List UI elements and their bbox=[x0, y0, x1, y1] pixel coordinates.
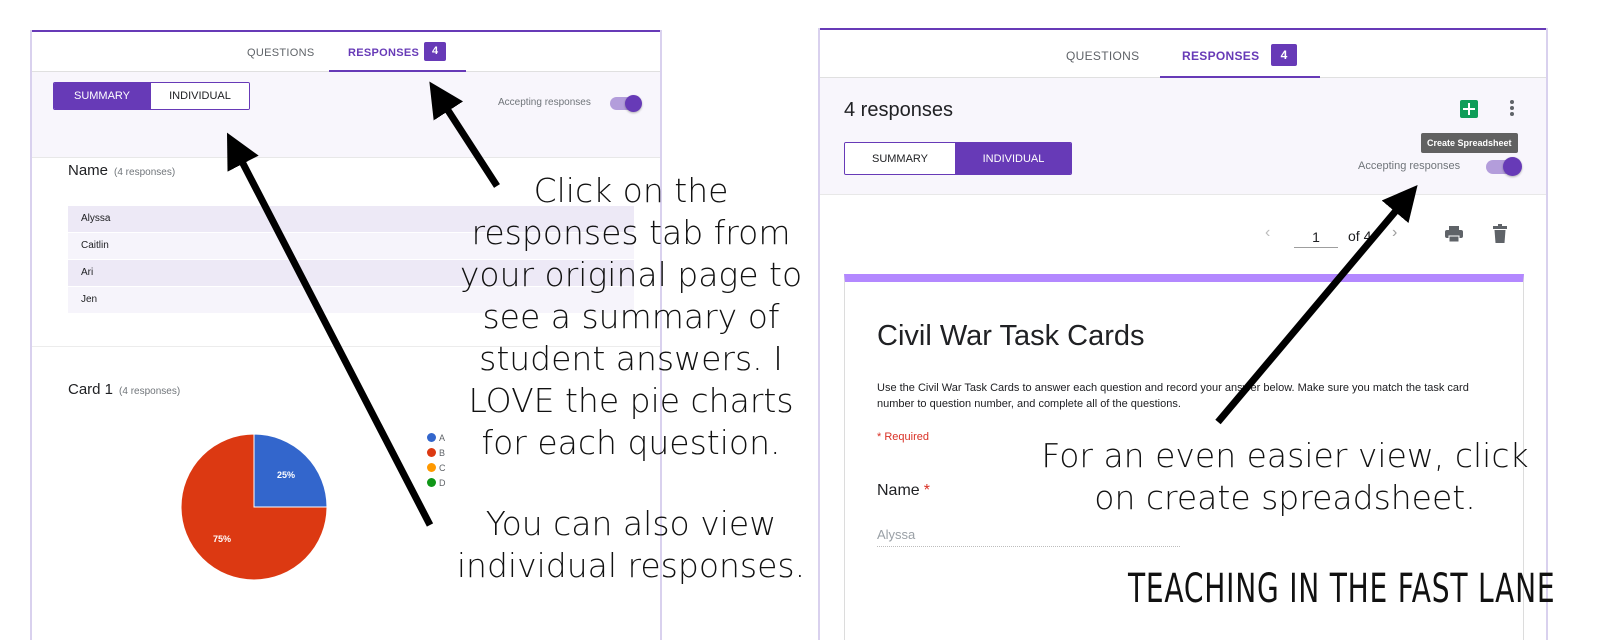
pie-label-a: 25% bbox=[277, 470, 295, 480]
card-response-count: (4 responses) bbox=[119, 386, 181, 397]
more-options-icon[interactable] bbox=[1510, 100, 1514, 116]
individual-button[interactable]: INDIVIDUAL bbox=[150, 83, 249, 109]
create-spreadsheet-icon[interactable] bbox=[1460, 100, 1478, 118]
summary-caption: Click on the responses tab from your ori… bbox=[459, 171, 803, 462]
form-title: Civil War Task Cards bbox=[877, 320, 1145, 352]
form-tabs-bar: QUESTIONS RESPONSES 4 bbox=[32, 30, 660, 72]
pie-label-b: 75% bbox=[213, 534, 231, 544]
name-question-title: Name (4 responses) bbox=[68, 162, 176, 179]
legend-dot-a bbox=[427, 433, 436, 442]
summary-button[interactable]: SUMMARY bbox=[54, 83, 150, 109]
response-page-input[interactable]: 1 bbox=[1294, 229, 1338, 248]
responses-count-badge: 4 bbox=[424, 42, 446, 61]
name-field-answer: Alyssa bbox=[877, 527, 1180, 547]
toggle-knob bbox=[1503, 157, 1522, 176]
name-field-label: Name * bbox=[877, 482, 930, 499]
view-toggle: SUMMARY INDIVIDUAL bbox=[844, 142, 1072, 175]
name-response-count: (4 responses) bbox=[114, 167, 176, 178]
previous-response-icon[interactable]: ‹ bbox=[1265, 224, 1270, 242]
print-icon[interactable] bbox=[1444, 225, 1464, 243]
spreadsheet-caption: For an even easier view, click on create… bbox=[1041, 436, 1529, 517]
toggle-knob bbox=[625, 95, 642, 112]
responses-count-badge: 4 bbox=[1271, 44, 1297, 66]
accepting-responses-label: Accepting responses bbox=[1358, 160, 1461, 172]
tab-responses[interactable]: RESPONSES bbox=[1182, 49, 1259, 63]
required-note: * Required bbox=[877, 431, 929, 443]
required-mark: * bbox=[923, 482, 930, 499]
create-spreadsheet-tooltip: Create Spreadsheet bbox=[1421, 133, 1518, 153]
individual-button[interactable]: INDIVIDUAL bbox=[955, 143, 1071, 174]
next-response-icon[interactable]: › bbox=[1392, 224, 1397, 242]
tab-questions[interactable]: QUESTIONS bbox=[247, 47, 315, 59]
form-tabs-bar: QUESTIONS RESPONSES 4 bbox=[820, 28, 1546, 78]
tab-questions[interactable]: QUESTIONS bbox=[1066, 49, 1139, 63]
legend-dot-b bbox=[427, 448, 436, 457]
accepting-responses-label: Accepting responses bbox=[498, 97, 591, 108]
brand-logo-text: TEACHING IN THE FAST LANE bbox=[1128, 566, 1556, 612]
individual-caption: You can also view individual responses. bbox=[456, 504, 806, 585]
response-page-total: of 4 bbox=[1348, 228, 1372, 244]
responses-header: SUMMARY INDIVIDUAL Accepting responses bbox=[32, 72, 660, 158]
responses-header: 4 responses Create Spreadsheet SUMMARY I… bbox=[820, 78, 1546, 195]
tab-responses[interactable]: RESPONSES bbox=[348, 47, 419, 59]
card-question-title: Card 1 (4 responses) bbox=[68, 381, 181, 398]
form-description: Use the Civil War Task Cards to answer e… bbox=[877, 382, 1469, 410]
legend-item-d: D bbox=[427, 478, 446, 488]
legend-dot-d bbox=[427, 478, 436, 487]
summary-button[interactable]: SUMMARY bbox=[845, 143, 955, 174]
view-toggle: SUMMARY INDIVIDUAL bbox=[53, 82, 250, 110]
legend-item-c: C bbox=[427, 463, 446, 473]
legend-dot-c bbox=[427, 463, 436, 472]
responses-heading: 4 responses bbox=[844, 99, 953, 121]
delete-icon[interactable] bbox=[1492, 224, 1508, 244]
individual-screenshot-panel: QUESTIONS RESPONSES 4 4 responses Create… bbox=[818, 28, 1548, 640]
